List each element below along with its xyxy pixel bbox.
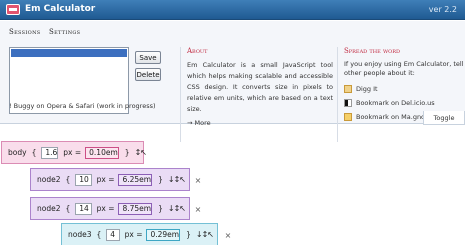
node-node2: node2 { 14 px = 8.75em } ↓↕↖ [30, 197, 190, 220]
px-input[interactable]: 10 [75, 173, 92, 186]
px-equals-label: px = [96, 175, 115, 184]
open-brace: { [96, 230, 102, 239]
share-digg[interactable]: Digg It [344, 82, 464, 96]
close-brace: } [186, 230, 191, 239]
em-result: 6.25em [118, 173, 153, 186]
about-title: About [187, 47, 208, 55]
share-label: Digg It [356, 85, 378, 93]
move-node-icon[interactable]: ↓↕↖ [168, 204, 186, 213]
panel-divider [337, 47, 338, 142]
add-child-icon[interactable]: ↕↖ [135, 148, 147, 157]
close-brace: } [158, 204, 163, 213]
selected-session-row[interactable] [11, 49, 127, 57]
share-label: Bookmark on Del.icio.us [356, 99, 435, 107]
share-delicious[interactable]: Bookmark on Del.icio.us [344, 96, 464, 110]
em-result: 8.75em [118, 202, 153, 215]
open-brace: { [65, 204, 71, 213]
spread-title: Spread the word [344, 47, 401, 55]
node-name: node2 [37, 204, 61, 213]
delicious-icon [344, 99, 352, 107]
px-input[interactable]: 14 [75, 202, 92, 215]
remove-node-icon[interactable]: × [224, 231, 232, 240]
title-bar: Em Calculator ver 2.2 [0, 0, 465, 20]
move-node-icon[interactable]: ↓↕↖ [196, 230, 214, 239]
node-name: node2 [37, 175, 61, 184]
em-result: 0.29em [146, 228, 181, 241]
spread-text: If you enjoy using Em Calculator, tell o… [344, 60, 464, 77]
app-version: ver 2.2 [428, 5, 457, 14]
node-node3: node3 { 4 px = 0.29em } ↓↕↖ [61, 223, 218, 245]
more-link[interactable]: → More [187, 119, 333, 127]
panel-divider [180, 47, 181, 142]
remove-node-icon[interactable]: × [194, 176, 202, 185]
open-brace: { [31, 148, 37, 157]
node-node2: node2 { 10 px = 6.25em } ↓↕↖ [30, 168, 190, 191]
remove-node-icon[interactable]: × [194, 205, 202, 214]
toggle-button[interactable]: Toggle [423, 111, 465, 125]
magnolia-icon [344, 113, 352, 121]
px-input[interactable]: 1.6 [41, 146, 59, 159]
px-equals-label: px = [124, 230, 143, 239]
em-result: 0.10em [85, 146, 119, 159]
nav-settings[interactable]: Settings [49, 28, 80, 36]
nav-sessions[interactable]: Sessions [9, 28, 40, 36]
app-title: Em Calculator [25, 4, 96, 14]
browser-warning: ! Buggy on Opera & Safari (work in progr… [9, 102, 156, 110]
px-equals-label: px = [63, 148, 82, 157]
about-text: Em Calculator is a small JavaScript tool… [187, 61, 333, 113]
delete-button[interactable]: Delete [135, 68, 161, 81]
digg-icon [344, 85, 352, 93]
px-input[interactable]: 4 [106, 228, 120, 241]
em-logo-icon [6, 4, 20, 15]
node-body: body { 1.6 px = 0.10em } ↕↖ [1, 141, 147, 164]
node-name: body [8, 148, 27, 157]
about-section: About Em Calculator is a small JavaScrip… [187, 47, 333, 127]
close-brace: } [158, 175, 163, 184]
top-nav: Sessions Settings [9, 28, 86, 36]
px-equals-label: px = [96, 204, 115, 213]
save-button[interactable]: Save [135, 51, 161, 64]
move-node-icon[interactable]: ↓↕↖ [168, 175, 186, 184]
node-name: node3 [68, 230, 92, 239]
close-brace: } [124, 148, 130, 157]
share-label: Bookmark on Ma.gnolia [356, 113, 433, 121]
open-brace: { [65, 175, 71, 184]
